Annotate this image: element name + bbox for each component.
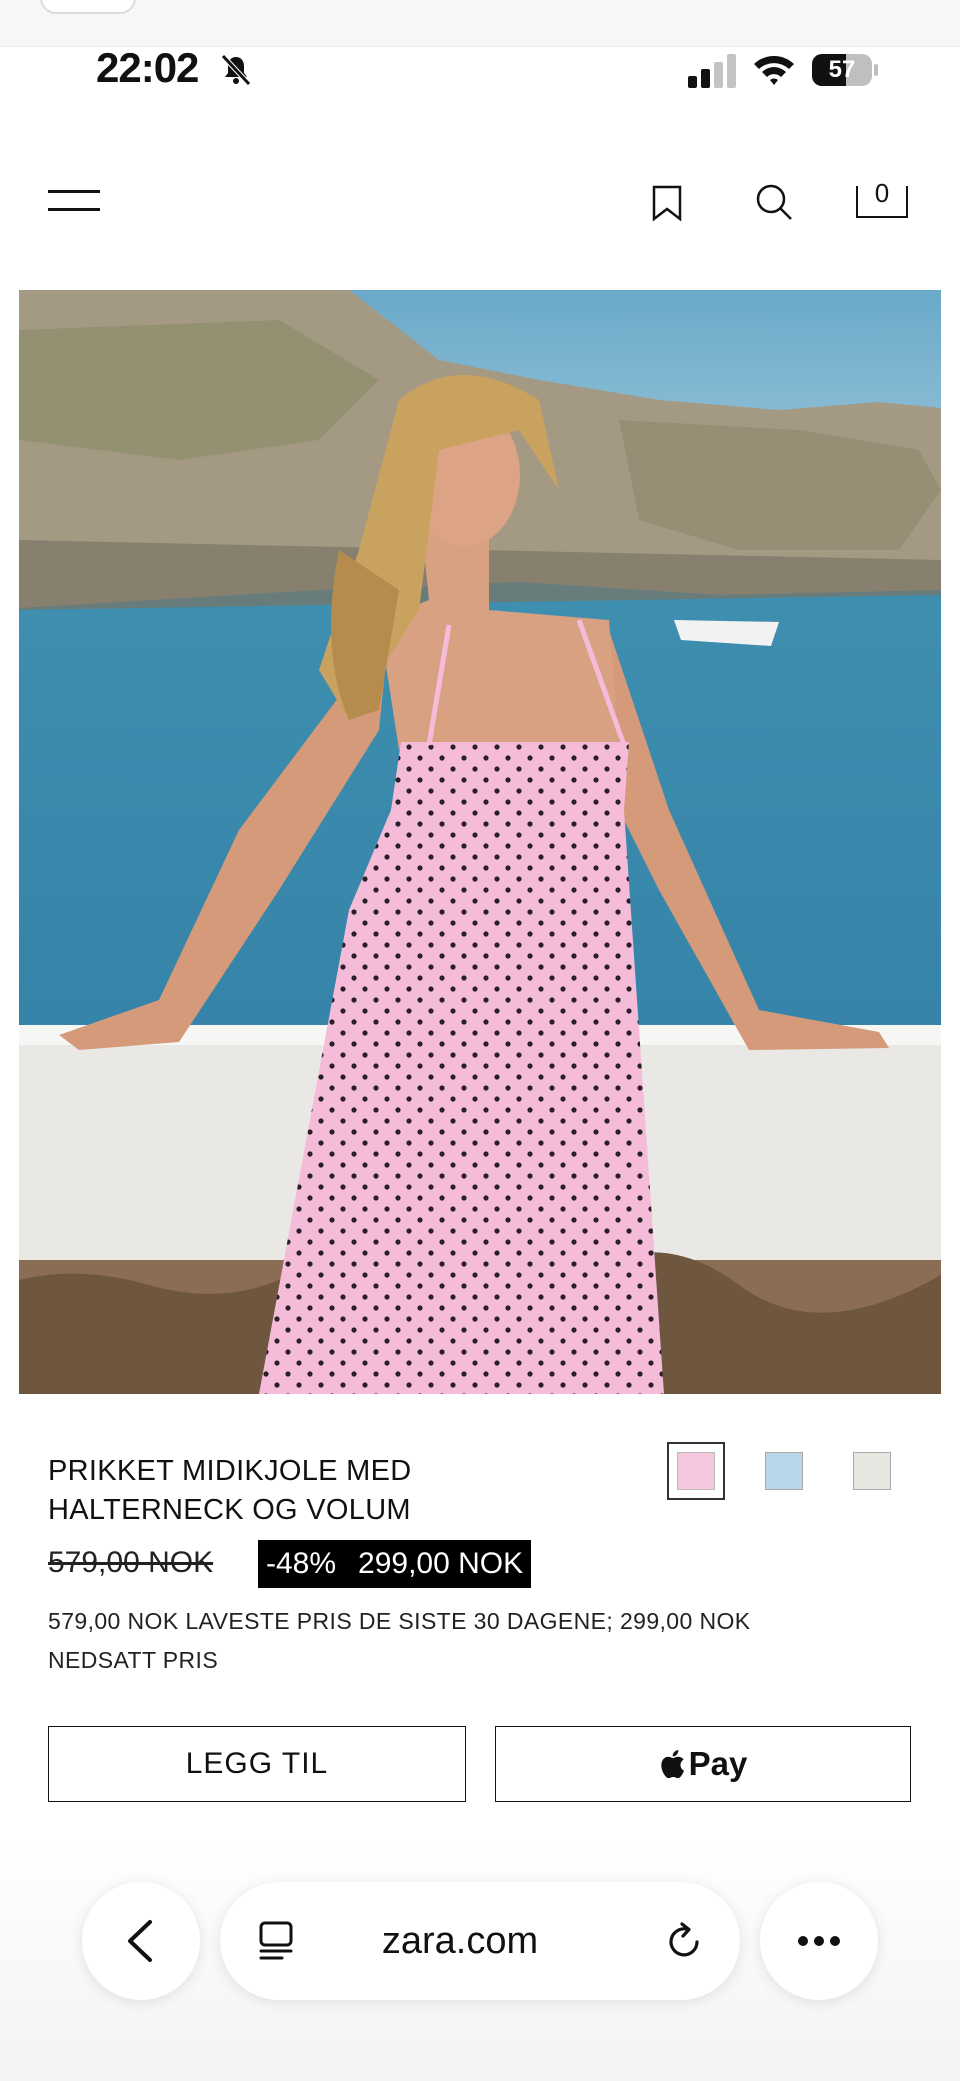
previous-screen-strip [0, 0, 960, 47]
add-to-cart-label: LEGG TIL [185, 1747, 329, 1780]
lowest-price-note-line1: 579,00 NOK LAVESTE PRIS DE SISTE 30 DAGE… [48, 1608, 751, 1634]
back-button[interactable] [82, 1882, 200, 2000]
product-photo [19, 290, 941, 1394]
reload-icon[interactable] [664, 1920, 706, 1962]
discount-percent: -48% [266, 1547, 337, 1580]
apple-logo-icon [660, 1750, 684, 1779]
color-swatch-pink[interactable] [677, 1452, 715, 1490]
ellipsis-icon [798, 1936, 840, 1946]
color-swatch-ecru[interactable] [853, 1452, 891, 1490]
lowest-price-note: 579,00 NOK LAVESTE PRIS DE SISTE 30 DAGE… [48, 1602, 848, 1680]
cart-button[interactable]: 0 [856, 178, 908, 218]
cellular-signal-icon [688, 54, 736, 88]
product-title: PRIKKET MIDIKJOLE MED HALTERNECK OG VOLU… [48, 1452, 608, 1530]
battery-percent: 57 [828, 56, 856, 83]
product-title-line2: HALTERNECK OG VOLUM [48, 1494, 411, 1526]
tab-overview-icon[interactable] [256, 1920, 296, 1962]
lowest-price-note-line2: NEDSATT PRIS [48, 1647, 219, 1673]
silent-bell-icon [221, 54, 251, 86]
more-options-button[interactable] [760, 1882, 878, 2000]
battery-indicator: 57 [812, 54, 878, 86]
sale-price-badge: -48% 299,00 NOK [258, 1540, 532, 1588]
color-swatch-blue[interactable] [765, 1452, 803, 1490]
status-time: 22:02 [96, 44, 199, 91]
sale-price: 299,00 NOK [358, 1547, 524, 1580]
cart-count: 0 [874, 178, 890, 208]
address-bar[interactable]: zara.com [220, 1882, 740, 2000]
wifi-icon [754, 56, 794, 85]
apple-pay-button[interactable]: Pay [495, 1726, 911, 1802]
search-icon[interactable] [754, 182, 794, 222]
url-text[interactable]: zara.com [320, 1882, 600, 2000]
chevron-left-icon [128, 1920, 152, 1962]
original-price: 579,00 NOK [48, 1546, 214, 1579]
hamburger-menu-icon[interactable] [48, 190, 100, 214]
bookmark-icon[interactable] [650, 184, 684, 222]
top-pill [40, 0, 136, 14]
apple-pay-label: Pay [688, 1745, 748, 1782]
product-image[interactable] [19, 290, 941, 1394]
product-title-line1: PRIKKET MIDIKJOLE MED [48, 1455, 412, 1487]
add-to-cart-button[interactable]: LEGG TIL [48, 1726, 466, 1802]
